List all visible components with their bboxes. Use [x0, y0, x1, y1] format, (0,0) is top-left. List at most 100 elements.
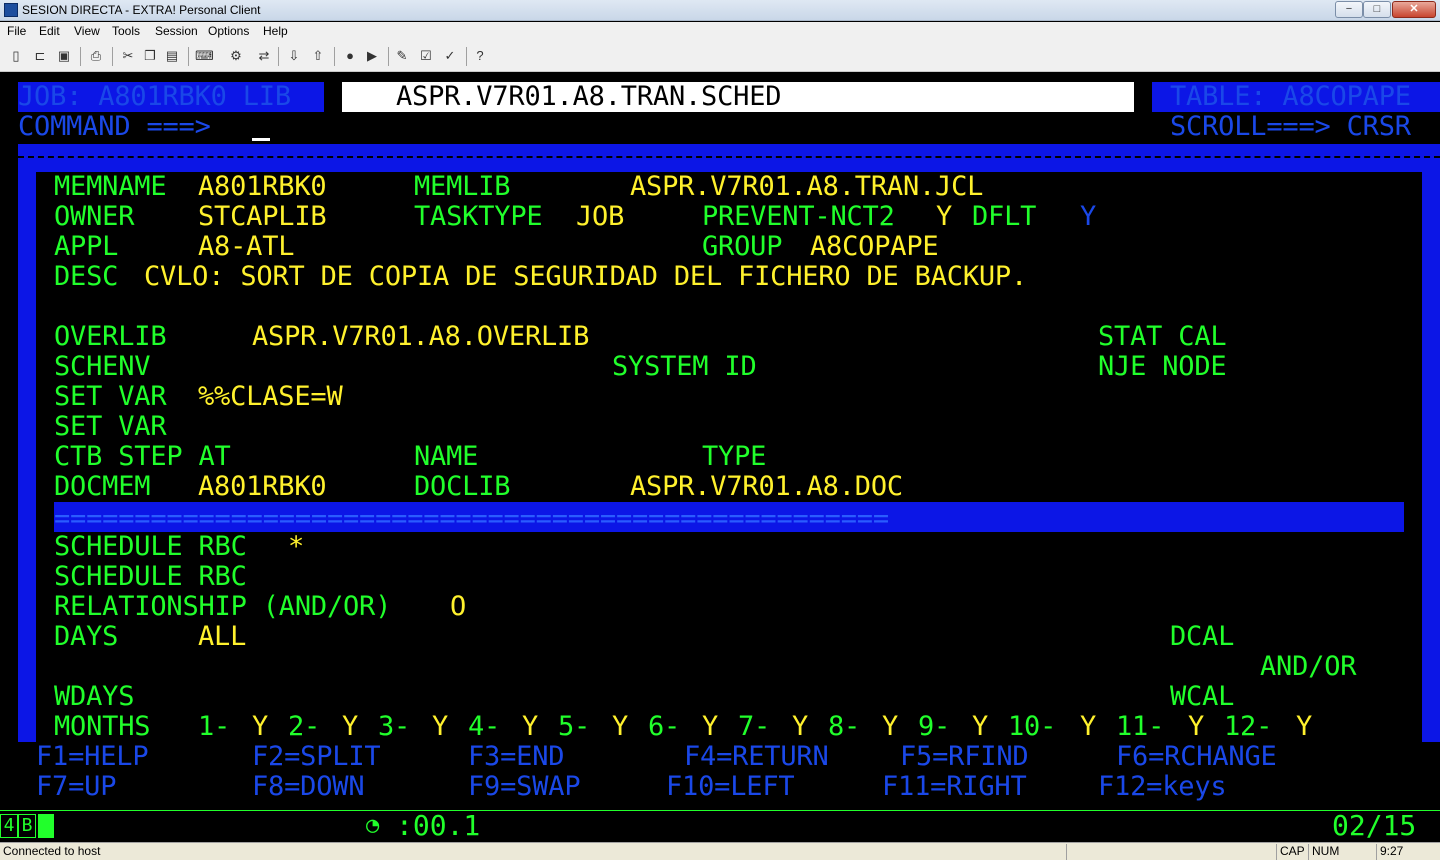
stat-cal-label: STAT CAL: [1098, 321, 1227, 352]
months-label: MONTHS: [54, 711, 151, 742]
owner-value[interactable]: STCAPLIB: [198, 202, 327, 232]
desc-value[interactable]: CVLO: SORT DE COPIA DE SEGURIDAD DEL FIC…: [144, 262, 1027, 292]
copy-icon[interactable]: ❐: [140, 46, 160, 66]
send-icon[interactable]: ⇧: [308, 46, 328, 66]
month-value-11[interactable]: Y: [1188, 712, 1204, 742]
overlib-value[interactable]: ASPR.V7R01.A8.OVERLIB: [252, 322, 589, 352]
toolbar: ▯ ⊏ ▣ ⎙ ✂ ❐ ▤ ⌨ ⚙ ⇄ ⇩ ⇧ ● ▶ ✎ ☑ ✓ ?: [0, 42, 1440, 72]
pf-key-f8[interactable]: F8=DOWN: [252, 772, 365, 802]
status-bar: Connected to host CAP NUM 9:27: [0, 842, 1440, 860]
month-value-12[interactable]: Y: [1296, 712, 1312, 742]
menu-file[interactable]: File: [7, 24, 26, 38]
caps-lock-indicator: CAP: [1276, 844, 1308, 860]
schedule-rbc-label-2: SCHEDULE RBC: [54, 561, 247, 592]
month-label-11: 11-: [1116, 711, 1165, 742]
month-label-1: 1-: [198, 711, 231, 742]
frame-left: [18, 172, 36, 742]
relationship-value[interactable]: O: [450, 592, 466, 622]
days-value[interactable]: ALL: [198, 622, 246, 652]
docmem-value[interactable]: A801RBK0: [198, 472, 327, 502]
pf-key-f4[interactable]: F4=RETURN: [684, 742, 829, 772]
pf-key-f11[interactable]: F11=RIGHT: [882, 772, 1027, 802]
dflt-value[interactable]: Y: [1080, 202, 1096, 232]
frame-right: [1422, 172, 1440, 742]
prevent-value[interactable]: Y: [936, 202, 952, 232]
tasktype-value[interactable]: JOB: [576, 202, 624, 232]
month-value-3[interactable]: Y: [432, 712, 448, 742]
memlib-value[interactable]: ASPR.V7R01.A8.TRAN.JCL: [630, 172, 983, 202]
paste-icon[interactable]: ▤: [162, 46, 182, 66]
pf-key-f9[interactable]: F9=SWAP: [468, 772, 581, 802]
minimize-button[interactable]: −: [1335, 1, 1363, 18]
doclib-value[interactable]: ASPR.V7R01.A8.DOC: [630, 472, 903, 502]
new-icon[interactable]: ▯: [6, 46, 26, 66]
menu-help[interactable]: Help: [263, 24, 288, 38]
month-label-9: 9-: [918, 711, 951, 742]
month-value-1[interactable]: Y: [252, 712, 268, 742]
save-icon[interactable]: ▣: [54, 46, 74, 66]
pf-key-f1[interactable]: F1=HELP: [36, 742, 149, 772]
receive-icon[interactable]: ⇩: [284, 46, 304, 66]
open-icon[interactable]: ⊏: [30, 46, 50, 66]
check-icon[interactable]: ✓: [440, 46, 460, 66]
owner-label: OWNER: [54, 201, 135, 232]
help-icon[interactable]: ?: [470, 46, 490, 66]
name-label: NAME: [414, 441, 479, 472]
pf-key-f12[interactable]: F12=keys: [1098, 772, 1227, 802]
tasktype-label: TASKTYPE: [414, 201, 543, 232]
wdays-label: WDAYS: [54, 681, 135, 712]
month-value-5[interactable]: Y: [612, 712, 628, 742]
month-value-2[interactable]: Y: [342, 712, 358, 742]
schedule-rbc-value-1[interactable]: *: [288, 532, 304, 562]
month-label-6: 6-: [648, 711, 681, 742]
maximize-button[interactable]: □: [1363, 1, 1391, 18]
ctb-step-label: CTB STEP AT: [54, 441, 231, 472]
menu-options[interactable]: Options: [208, 24, 249, 38]
month-label-10: 10-: [1008, 711, 1057, 742]
pf-key-f10[interactable]: F10=LEFT: [666, 772, 795, 802]
type-label: TYPE: [702, 441, 767, 472]
pf-key-f2[interactable]: F2=SPLIT: [252, 742, 381, 772]
terminal-screen[interactable]: JOB: A801RBK0 LIB ASPR.V7R01.A8.TRAN.SCH…: [0, 74, 1440, 810]
transfer-icon[interactable]: ⇄: [254, 46, 274, 66]
pf-key-f5[interactable]: F5=RFIND: [900, 742, 1029, 772]
cut-icon[interactable]: ✂: [118, 46, 138, 66]
menu-view[interactable]: View: [74, 24, 100, 38]
run-icon[interactable]: ☑: [416, 46, 436, 66]
job-label: JOB: A801RBK0 LIB: [18, 81, 291, 112]
group-label: GROUP: [702, 231, 783, 262]
num-lock-indicator: NUM: [1308, 844, 1376, 860]
setvar-value-1[interactable]: %%CLASE=W: [198, 382, 343, 412]
month-label-4: 4-: [468, 711, 501, 742]
setvar-label-2: SET VAR: [54, 411, 167, 442]
print-icon[interactable]: ⎙: [86, 46, 106, 66]
pf-key-f6[interactable]: F6=RCHANGE: [1116, 742, 1277, 772]
overlib-label: OVERLIB: [54, 321, 167, 352]
month-value-7[interactable]: Y: [792, 712, 808, 742]
record-icon[interactable]: ●: [340, 46, 360, 66]
frame-top: [18, 144, 1440, 172]
settings-icon[interactable]: ⚙: [226, 46, 246, 66]
month-value-10[interactable]: Y: [1080, 712, 1096, 742]
menu-session[interactable]: Session: [155, 24, 198, 38]
appl-value[interactable]: A8-ATL: [198, 232, 295, 262]
memname-label: MEMNAME: [54, 171, 167, 202]
menu-tools[interactable]: Tools: [112, 24, 140, 38]
month-value-4[interactable]: Y: [522, 712, 538, 742]
macro-icon[interactable]: ⌨: [194, 46, 214, 66]
month-value-6[interactable]: Y: [702, 712, 718, 742]
cursor: [252, 138, 270, 141]
title-bar: SESION DIRECTA - EXTRA! Personal Client …: [0, 0, 1440, 21]
pf-key-f7[interactable]: F7=UP: [36, 772, 116, 802]
memname-value[interactable]: A801RBK0: [198, 172, 327, 202]
menu-edit[interactable]: Edit: [39, 24, 60, 38]
group-value[interactable]: A8COPAPE: [810, 232, 939, 262]
month-value-9[interactable]: Y: [972, 712, 988, 742]
prevent-label: PREVENT-NCT2: [702, 201, 895, 232]
close-button[interactable]: ✕: [1392, 1, 1436, 18]
month-value-8[interactable]: Y: [882, 712, 898, 742]
days-label: DAYS: [54, 621, 119, 652]
edit-macro-icon[interactable]: ✎: [392, 46, 412, 66]
play-icon[interactable]: ▶: [362, 46, 382, 66]
pf-key-f3[interactable]: F3=END: [468, 742, 565, 772]
